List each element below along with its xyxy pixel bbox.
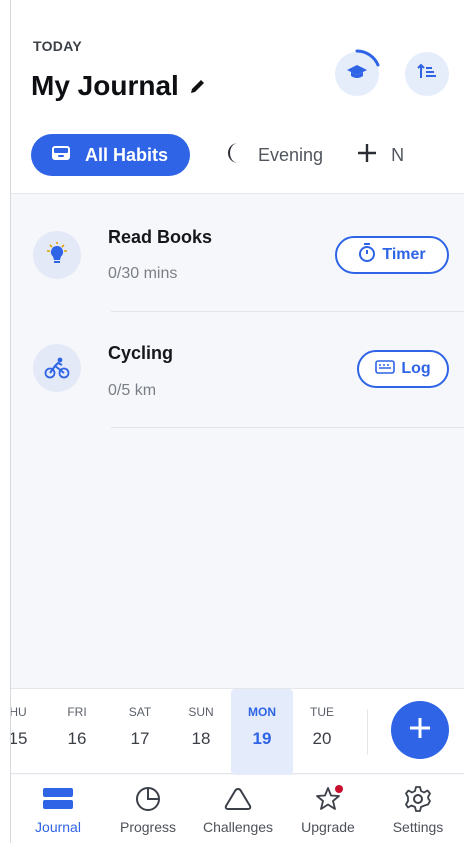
day-date: 18 xyxy=(191,729,211,748)
day-date: 17 xyxy=(130,729,150,748)
plus-icon xyxy=(408,716,432,745)
day-name: SUN xyxy=(188,705,214,719)
divider xyxy=(367,709,368,755)
list-item[interactable]: Cycling 0/5 km Log xyxy=(11,312,464,428)
mountain-icon xyxy=(193,783,283,815)
day-name: MON xyxy=(248,705,276,719)
nav-journal[interactable]: Journal xyxy=(13,783,103,835)
nav-label: Journal xyxy=(35,819,81,835)
nav-label: Upgrade xyxy=(301,819,355,835)
moon-icon xyxy=(224,142,244,169)
day-date: 16 xyxy=(67,729,87,748)
title-row: My Journal xyxy=(31,70,209,102)
progress-ring xyxy=(355,49,380,67)
app-window: TODAY My Journal All Habits Evening N Re… xyxy=(10,0,464,843)
keyboard-icon xyxy=(375,359,396,379)
pie-chart-icon xyxy=(103,783,193,815)
courses-button[interactable] xyxy=(335,49,380,96)
log-button[interactable]: Log xyxy=(357,350,449,388)
week-strip: HU 15 FRI 16 SAT 17 SUN 18 MON 19 TUE 20 xyxy=(10,688,464,775)
cyclist-icon xyxy=(33,344,81,392)
day-fri[interactable]: FRI 16 xyxy=(52,689,102,775)
nav-upgrade[interactable]: Upgrade xyxy=(283,783,373,835)
tab-all-habits[interactable]: All Habits xyxy=(31,134,191,176)
journal-icon xyxy=(13,783,103,815)
day-tue[interactable]: TUE 20 xyxy=(297,689,347,775)
nav-settings[interactable]: Settings xyxy=(373,783,463,835)
day-date: 20 xyxy=(312,729,332,748)
sort-icon xyxy=(417,62,437,87)
nav-label: Settings xyxy=(392,819,444,835)
day-sun[interactable]: SUN 18 xyxy=(176,689,226,775)
day-date: 15 xyxy=(10,729,28,748)
page-title[interactable]: My Journal xyxy=(31,70,179,102)
gear-icon xyxy=(373,783,463,815)
stopwatch-icon xyxy=(358,242,376,268)
log-label: Log xyxy=(401,360,431,377)
tab-label: Evening xyxy=(258,144,324,165)
day-thu[interactable]: HU 15 xyxy=(10,689,43,775)
star-icon xyxy=(283,783,373,815)
day-sat[interactable]: SAT 17 xyxy=(115,689,165,775)
plus-icon xyxy=(357,143,377,168)
tab-label: All Habits xyxy=(85,144,169,165)
day-name: TUE xyxy=(310,705,334,719)
timer-button[interactable]: Timer xyxy=(335,236,449,274)
tab-new[interactable]: N xyxy=(357,143,404,168)
nav-label: Progress xyxy=(119,819,177,835)
bottom-nav: Journal Progress Challenges Upgrade Sett… xyxy=(11,775,464,843)
habit-progress: 0/30 mins xyxy=(108,265,178,282)
habit-progress: 0/5 km xyxy=(108,382,157,399)
tab-evening[interactable]: Evening xyxy=(224,142,323,169)
day-name: SAT xyxy=(128,705,152,719)
tab-label: N xyxy=(391,144,405,165)
day-date: 19 xyxy=(252,729,272,748)
add-habit-button[interactable] xyxy=(391,701,449,759)
habit-name: Read Books xyxy=(108,227,213,247)
habit-name: Cycling xyxy=(108,343,174,363)
nav-progress[interactable]: Progress xyxy=(103,783,193,835)
timer-label: Timer xyxy=(382,246,426,263)
category-tabs: All Habits Evening N xyxy=(31,133,404,177)
tray-icon xyxy=(51,144,71,167)
header: TODAY My Journal All Habits Evening N xyxy=(11,0,464,194)
nav-label: Challenges xyxy=(202,819,274,835)
lightbulb-icon xyxy=(33,231,81,279)
day-mon-selected[interactable]: MON 19 xyxy=(231,689,293,775)
nav-challenges[interactable]: Challenges xyxy=(193,783,283,835)
pencil-icon[interactable] xyxy=(187,75,209,97)
sort-button[interactable] xyxy=(405,52,449,96)
divider xyxy=(111,427,464,428)
notification-dot xyxy=(335,785,343,793)
list-item[interactable]: Read Books 0/30 mins Timer xyxy=(11,195,464,311)
date-overline: TODAY xyxy=(33,38,82,54)
day-name: HU xyxy=(10,705,27,719)
day-name: FRI xyxy=(67,705,87,719)
